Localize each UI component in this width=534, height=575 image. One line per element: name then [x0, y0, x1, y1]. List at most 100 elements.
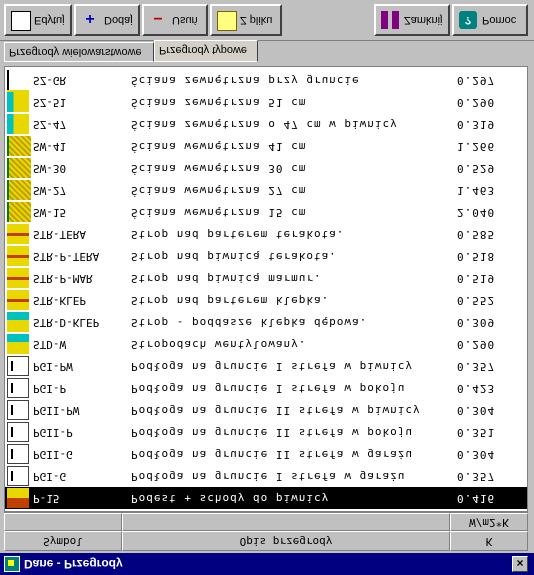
- delete-button[interactable]: − Usuń: [142, 4, 208, 36]
- row-description: Strop nad parterem klepka.: [131, 294, 330, 307]
- floor-icon: [7, 378, 29, 398]
- row-k-value: 1.463: [457, 184, 496, 197]
- table-row[interactable]: STD-W Stropodach wentylowany. 0.290: [5, 333, 527, 355]
- table-row[interactable]: STR-D-KLEP Strop - poddasze klepka dębowa…: [5, 311, 527, 333]
- row-description: Strop - poddasze klepka dębowa.: [131, 316, 368, 329]
- wall-int-icon: [7, 202, 31, 222]
- header-unit: W/m2*K: [450, 513, 528, 531]
- floor-icon: [7, 400, 29, 420]
- row-k-value: 0.552: [457, 294, 496, 307]
- row-description: Ściana zewnętrzna przy gruncie: [131, 74, 360, 87]
- row-symbol: PGI-P: [33, 382, 67, 395]
- from-file-button[interactable]: Z pliku: [210, 4, 282, 36]
- ceiling-icon: [7, 246, 29, 266]
- row-k-value: 2.040: [457, 206, 496, 219]
- row-description: Podłoga na gruncie II strefa w piwnicy: [131, 404, 421, 417]
- close-button[interactable]: Zamknij: [374, 4, 450, 36]
- row-symbol: PGII-P: [33, 426, 73, 439]
- row-symbol: PGI-G: [33, 470, 67, 483]
- table-row[interactable]: SZ-51 Ściana zewnętrzna 51 cm 0.290: [5, 91, 527, 113]
- table-row[interactable]: STR-KLEP Strop nad parterem klepka. 0.552: [5, 289, 527, 311]
- tab-multilayer[interactable]: Przegrody wielowarstwowe: [4, 42, 154, 62]
- tab-typical[interactable]: Przegrody typowe: [154, 40, 258, 62]
- help-button[interactable]: ? Pomoc: [452, 4, 528, 36]
- help-label: Pomoc: [482, 14, 517, 26]
- table-row[interactable]: SW-41 Ściana wewnętrzna 41 cm 1.266: [5, 135, 527, 157]
- floor-icon: [7, 466, 29, 486]
- ceiling-attic-icon: [7, 312, 29, 332]
- header-symbol[interactable]: Symbol: [4, 531, 122, 551]
- row-description: Ściana zewnętrzna 51 cm: [131, 96, 307, 109]
- wall-int-icon: [7, 136, 31, 156]
- table-row[interactable]: SZ-GR Ściana zewnętrzna przy gruncie 0.297: [5, 69, 527, 92]
- wall-int-icon: [7, 158, 31, 178]
- table-row[interactable]: PGII-PW Podłoga na gruncie II strefa w pi…: [5, 399, 527, 421]
- table-row[interactable]: SW-27 Ściana wewnętrzna 27 cm 1.463: [5, 179, 527, 201]
- table-row[interactable]: PGII-P Podłoga na gruncie II strefa w pok…: [5, 421, 527, 443]
- ceiling-icon: [7, 290, 29, 310]
- ceiling-icon: [7, 268, 29, 288]
- partitions-table[interactable]: SZ-GR Ściana zewnętrzna przy gruncie 0.297…: [4, 66, 528, 512]
- table-row[interactable]: STR-P-TERA Strop nad piwnicą terakota. 0.5…: [5, 245, 527, 267]
- row-symbol: PGII-PW: [33, 404, 80, 417]
- row-symbol: STR-P-TERA: [33, 250, 100, 263]
- add-button[interactable]: + Dodaj: [74, 4, 140, 36]
- window-title: Dane - Przegrody: [24, 557, 123, 571]
- row-symbol: PGII-G: [33, 448, 73, 461]
- row-k-value: 0.423: [457, 382, 496, 395]
- row-description: Strop nad piwnicą terakota.: [131, 250, 337, 263]
- row-symbol: PGI-PW: [33, 360, 73, 373]
- row-description: Stropodach wentylowany.: [131, 338, 307, 351]
- table-row[interactable]: P-15 Podest + schody do piwnicy 0.416: [5, 487, 527, 509]
- table-row[interactable]: SZ-47 Ściana zewnętrzna o 47 cm w piwnicy…: [5, 113, 527, 135]
- table-row[interactable]: SW-30 Ściana wewnętrzna 30 cm 0.529: [5, 157, 527, 179]
- row-symbol: SW-41: [33, 140, 67, 153]
- tab-strip: Przegrody wielowarstwowe Przegrody typow…: [4, 40, 528, 66]
- edit-button[interactable]: Edytuj: [4, 4, 72, 36]
- tab-typical-label: Przegrody typowe: [159, 44, 248, 56]
- row-k-value: 1.266: [457, 140, 496, 153]
- table-row[interactable]: PGII-G Podłoga na gruncie II strefa w gar…: [5, 443, 527, 465]
- close-window-icon[interactable]: ×: [512, 556, 528, 572]
- row-description: Ściana wewnętrzna 41 cm: [131, 140, 307, 153]
- row-k-value: 0.357: [457, 360, 496, 373]
- app-icon: [4, 556, 20, 572]
- header-spacer: [4, 513, 122, 531]
- table-row[interactable]: STR-TERA Strop nad parterem terakota. 0.58…: [5, 223, 527, 245]
- close-label: Zamknij: [404, 14, 443, 26]
- wall-int-icon: [7, 180, 31, 200]
- row-description: Ściana wewnętrzna 27 cm: [131, 184, 307, 197]
- row-description: Ściana wewnętrzna 30 cm: [131, 162, 307, 175]
- row-description: Podest + schody do piwnicy: [131, 492, 330, 505]
- row-description: Podłoga na gruncie I strefa w pokoju: [131, 382, 406, 395]
- row-k-value: 0.309: [457, 316, 496, 329]
- window: Edytuj + Dodaj − Usuń Z pliku Zamknij ? …: [0, 0, 534, 575]
- table-header: W/m2*K Symbol Opis przegrody K: [4, 512, 528, 551]
- table-row[interactable]: PGI-PW Podłoga na gruncie I strefa w piwn…: [5, 355, 527, 377]
- row-description: Podłoga na gruncie II strefa w pokoju: [131, 426, 414, 439]
- row-description: Podłoga na gruncie II strefa w garażu: [131, 448, 414, 461]
- wall-ext-icon: [7, 92, 29, 112]
- row-k-value: 0.304: [457, 448, 496, 461]
- row-k-value: 0.290: [457, 96, 496, 109]
- tab-multilayer-label: Przegrody wielowarstwowe: [9, 46, 142, 58]
- row-symbol: P-15: [33, 492, 60, 505]
- table-row[interactable]: STR-P-MAR Strop nad piwnicą marmur. 0.519: [5, 267, 527, 289]
- header-k[interactable]: K: [450, 531, 528, 551]
- row-k-value: 0.529: [457, 162, 496, 175]
- stairs-icon: [7, 488, 29, 508]
- row-symbol: SW-15: [33, 206, 67, 219]
- from-file-label: Z pliku: [240, 14, 273, 26]
- table-row[interactable]: PGI-P Podłoga na gruncie I strefa w pokoj…: [5, 377, 527, 399]
- table-row[interactable]: PGI-G Podłoga na gruncie I strefa w garaż…: [5, 465, 527, 487]
- folder-icon: [217, 11, 237, 31]
- row-description: Ściana zewnętrzna o 47 cm w piwnicy: [131, 118, 398, 131]
- header-description[interactable]: Opis przegrody: [122, 531, 450, 551]
- floor-icon: [7, 356, 29, 376]
- row-k-value: 0.304: [457, 404, 496, 417]
- table-row[interactable]: SW-15 Ściana wewnętrzna 15 cm 2.040: [5, 201, 527, 223]
- row-description: Podłoga na gruncie I strefa w piwnicy: [131, 360, 414, 373]
- row-k-value: 0.518: [457, 250, 496, 263]
- header-spacer: [122, 513, 450, 531]
- row-k-value: 0.297: [457, 74, 496, 87]
